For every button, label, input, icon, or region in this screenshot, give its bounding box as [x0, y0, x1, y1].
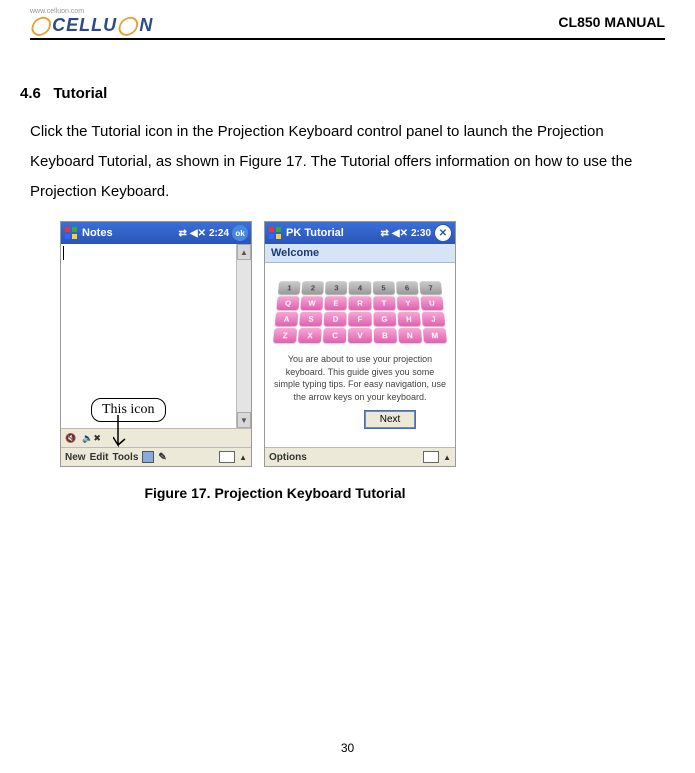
- next-button[interactable]: Next: [365, 411, 416, 428]
- section-body: Click the Tutorial icon in the Projectio…: [30, 117, 665, 207]
- page-number: 30: [0, 741, 695, 755]
- sip-keyboard-icon[interactable]: [219, 451, 235, 463]
- keycap: 2: [302, 281, 324, 294]
- start-icon[interactable]: [64, 226, 78, 240]
- notes-scrollbar[interactable]: ▲ ▼: [236, 244, 251, 428]
- keycap: E: [325, 296, 347, 310]
- clock: 2:30: [411, 228, 431, 239]
- manual-title: CL850 MANUAL: [558, 14, 665, 30]
- mute-icon[interactable]: 🔇: [65, 433, 76, 444]
- titlebar-notes: Notes ⇄ ◀✕ 2:24 ok: [61, 222, 251, 244]
- keycap: 1: [278, 281, 301, 294]
- page-header: www.celluon.com ◯ CELLU ◯ N CL850 MANUAL: [30, 8, 665, 40]
- scroll-up-button[interactable]: ▲: [237, 244, 251, 260]
- keycap: B: [373, 328, 396, 343]
- record-icon[interactable]: [142, 451, 154, 463]
- keycap: T: [373, 296, 395, 310]
- figure-caption: Figure 17. Projection Keyboard Tutorial: [60, 485, 490, 501]
- titlebar-pkt: PK Tutorial ⇄ ◀✕ 2:30 ✕: [265, 222, 455, 244]
- logo-ring-icon: ◯: [117, 15, 138, 36]
- logo-ring-icon: ◯: [30, 15, 51, 36]
- tutorial-text: You are about to use your projection key…: [273, 353, 447, 403]
- pkt-menu-bar: Options ▲: [265, 447, 455, 466]
- clock: 2:24: [209, 228, 229, 239]
- keycap: G: [373, 312, 396, 326]
- keycap: X: [298, 328, 322, 343]
- keycap: U: [420, 296, 443, 310]
- keycap: C: [323, 328, 346, 343]
- notes-menu-bar: New Edit Tools ✎ ▲: [61, 447, 251, 466]
- volume-icon[interactable]: ◀✕: [190, 228, 206, 239]
- keycap: S: [299, 312, 322, 326]
- figure-screens: Notes ⇄ ◀✕ 2:24 ok ▲ ▼ This icon: [60, 221, 665, 467]
- keycap: J: [422, 312, 446, 326]
- connectivity-icon[interactable]: ⇄: [381, 228, 389, 239]
- connectivity-icon[interactable]: ⇄: [179, 228, 187, 239]
- text-cursor: [63, 246, 64, 260]
- app-title: PK Tutorial: [286, 227, 344, 239]
- keycap: 5: [373, 281, 395, 294]
- keycap: 3: [325, 281, 347, 294]
- menu-options[interactable]: Options: [269, 452, 307, 463]
- keyboard-illustration: 1 2 3 4 5 6 7 Q W E R T Y U A S D: [273, 281, 447, 343]
- sound-off-icon[interactable]: 🔈✖: [82, 433, 101, 444]
- screenshot-notes: Notes ⇄ ◀✕ 2:24 ok ▲ ▼ This icon: [60, 221, 252, 467]
- brand-url: www.celluon.com: [30, 8, 84, 15]
- section-heading: 4.6 Tutorial: [20, 85, 665, 102]
- keycap: Y: [397, 296, 420, 310]
- keycap: F: [349, 312, 372, 326]
- ok-button[interactable]: ok: [232, 225, 248, 241]
- keycap: D: [324, 312, 347, 326]
- menu-edit[interactable]: Edit: [90, 452, 109, 463]
- brand-logo: www.celluon.com ◯ CELLU ◯ N: [30, 8, 153, 36]
- brand-name-1: CELLU: [52, 15, 117, 36]
- sip-caret-icon[interactable]: ▲: [443, 453, 451, 462]
- callout-pointer-icon: [113, 415, 143, 455]
- screenshot-pktutorial: PK Tutorial ⇄ ◀✕ 2:30 ✕ Welcome 1 2 3 4 …: [264, 221, 456, 467]
- sip-keyboard-icon[interactable]: [423, 451, 439, 463]
- sip-caret-icon[interactable]: ▲: [239, 453, 247, 462]
- brand-name-2: N: [139, 15, 153, 36]
- keycap: 6: [396, 281, 418, 294]
- keycap: 7: [419, 281, 442, 294]
- keycap: A: [275, 312, 299, 326]
- keycap: W: [301, 296, 324, 310]
- pen-icon[interactable]: ✎: [158, 452, 166, 463]
- pkt-body: 1 2 3 4 5 6 7 Q W E R T Y U A S D: [265, 263, 455, 447]
- keycap: N: [398, 328, 422, 343]
- notes-tool-row: 🔇 🔈✖: [61, 428, 251, 447]
- keycap: Z: [273, 328, 297, 343]
- keycap: V: [348, 328, 371, 343]
- pkt-subheader: Welcome: [265, 244, 455, 263]
- keycap: M: [423, 328, 447, 343]
- close-button[interactable]: ✕: [434, 224, 452, 242]
- keycap: H: [397, 312, 420, 326]
- notes-canvas[interactable]: ▲ ▼ This icon: [61, 244, 251, 428]
- menu-new[interactable]: New: [65, 452, 86, 463]
- keycap: 4: [349, 281, 371, 294]
- app-title: Notes: [82, 227, 113, 239]
- callout: This icon: [91, 398, 166, 422]
- start-icon[interactable]: [268, 226, 282, 240]
- volume-icon[interactable]: ◀✕: [392, 228, 408, 239]
- scroll-down-button[interactable]: ▼: [237, 412, 251, 428]
- keycap: Q: [276, 296, 299, 310]
- keycap: R: [349, 296, 371, 310]
